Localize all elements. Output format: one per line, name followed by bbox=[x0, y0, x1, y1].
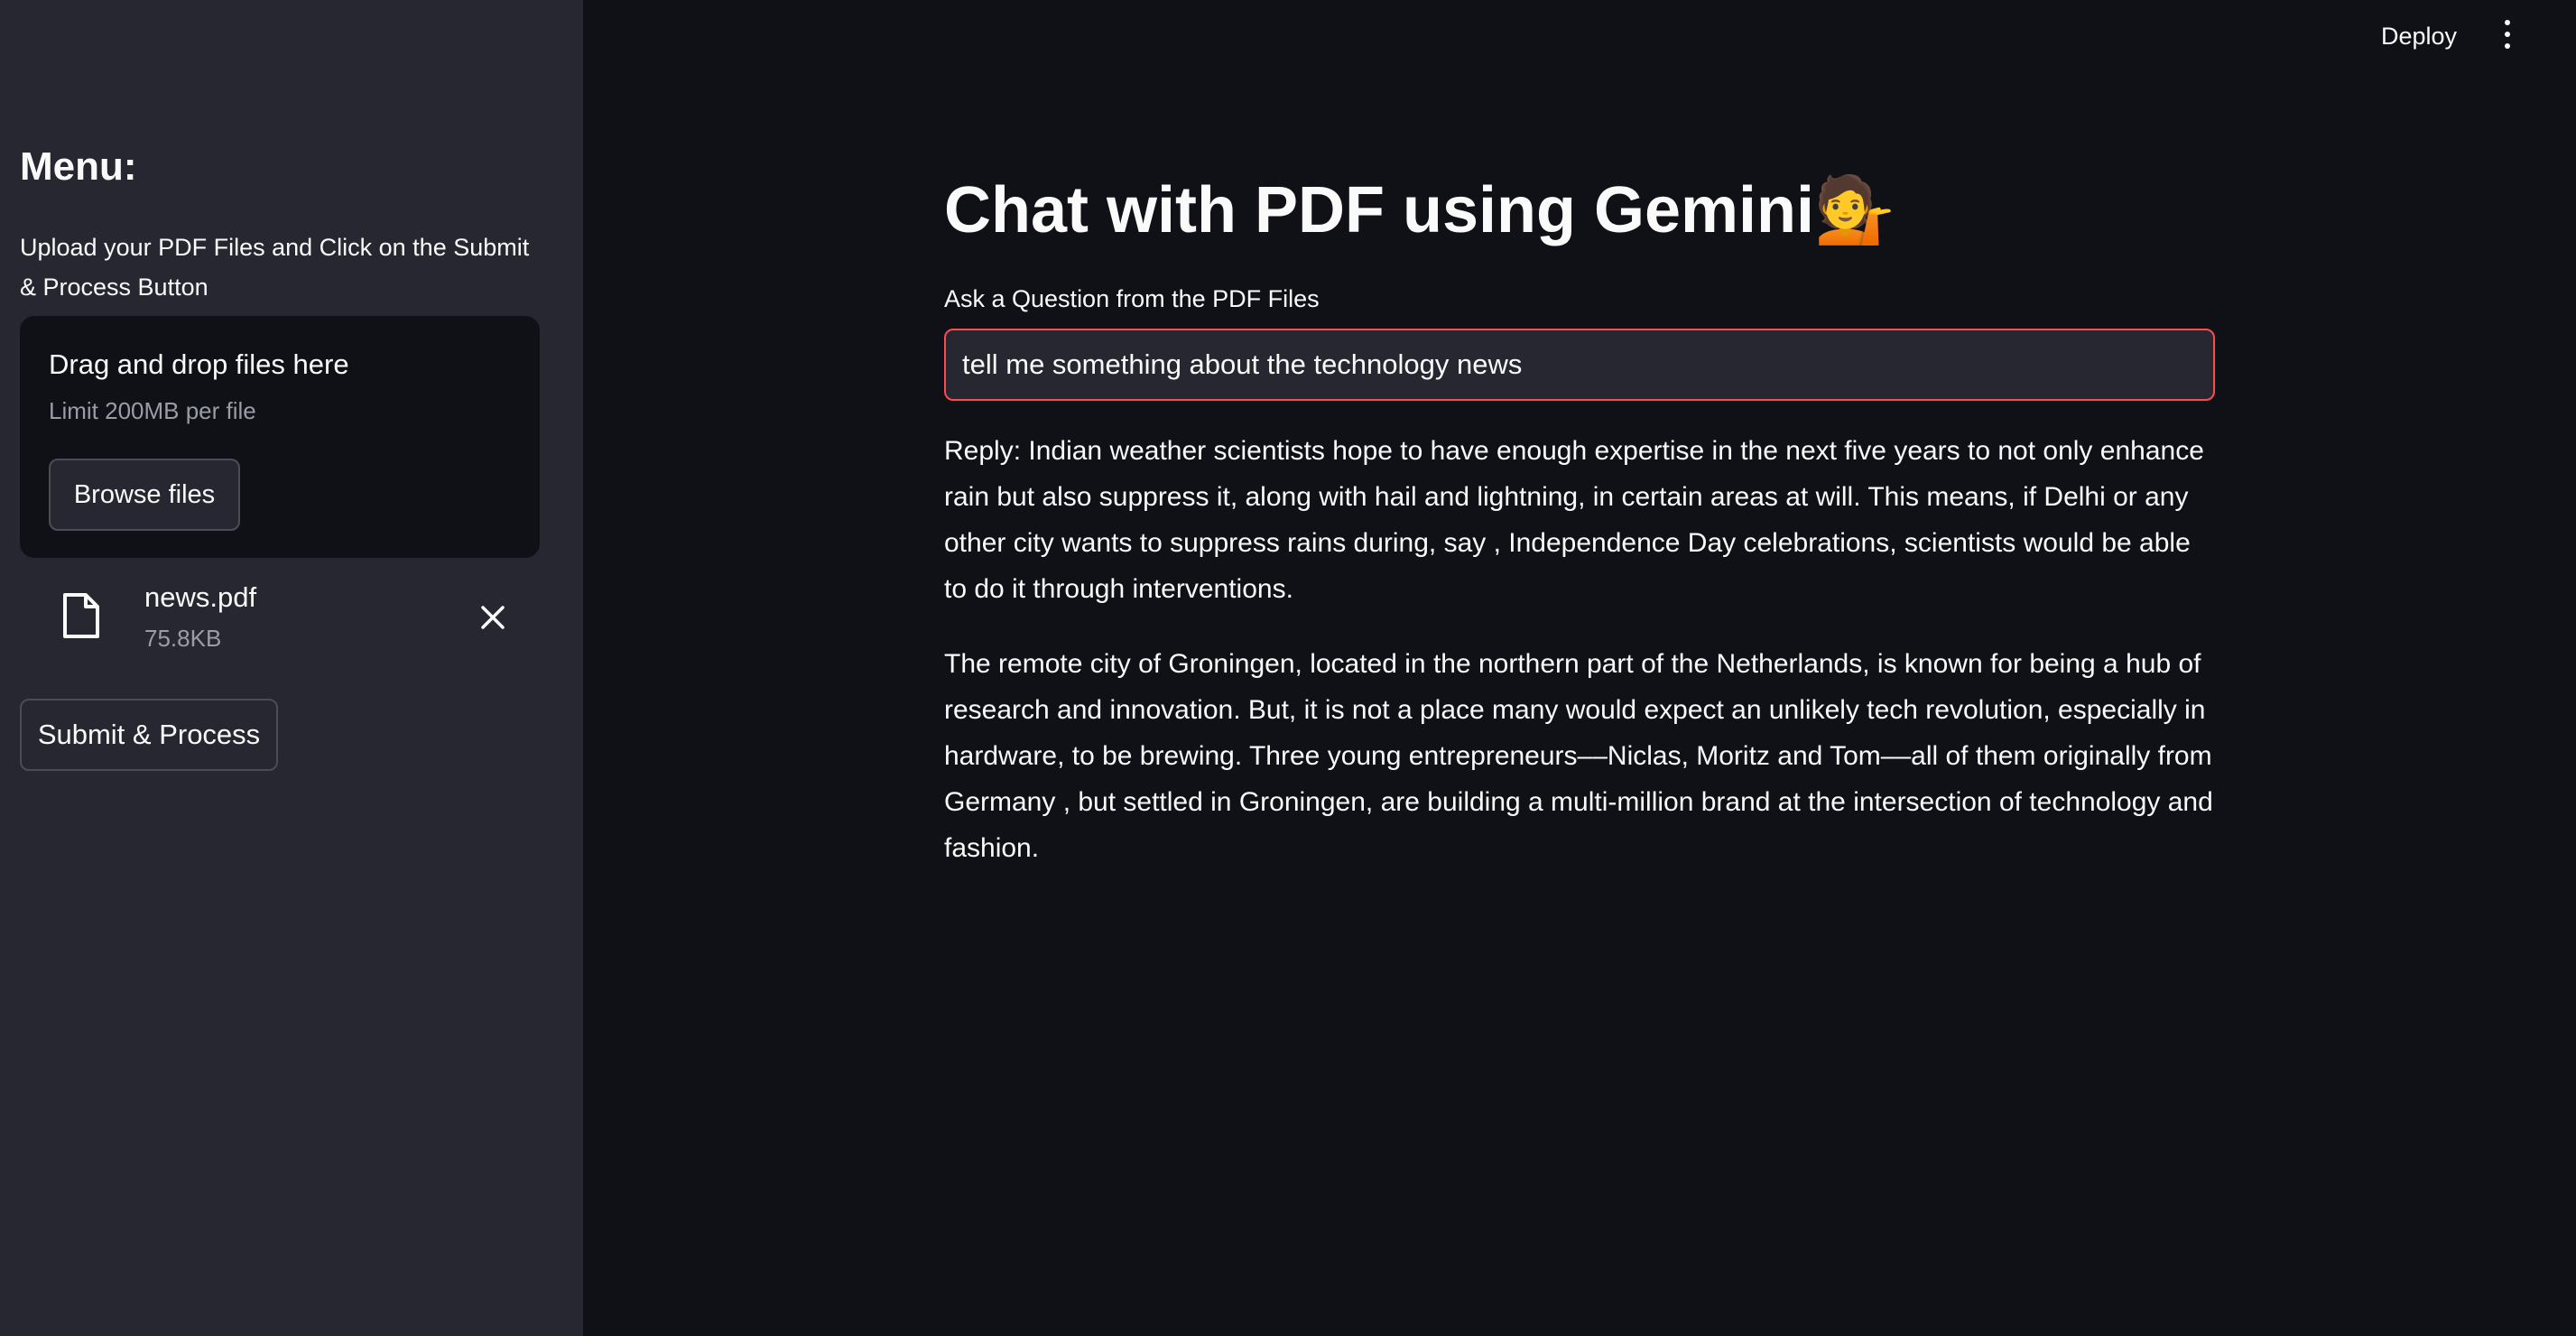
reply-paragraph: The remote city of Groningen, located in… bbox=[944, 649, 2213, 863]
uploaded-file-item: news.pdf 75.8KB bbox=[20, 574, 540, 661]
file-size: 75.8KB bbox=[144, 625, 222, 652]
upload-instructions: Upload your PDF Files and Click on the S… bbox=[20, 234, 530, 301]
file-dropzone[interactable]: Drag and drop files here Limit 200MB per… bbox=[20, 316, 540, 558]
app-root: Menu: Upload your PDF Files and Click on… bbox=[0, 0, 2576, 1336]
reply-paragraph: Reply: Indian weather scientists hope to… bbox=[944, 436, 2204, 604]
question-label: Ask a Question from the PDF Files bbox=[944, 285, 1320, 312]
reply-text: Reply: Indian weather scientists hope to… bbox=[944, 428, 2219, 900]
browse-files-button[interactable]: Browse files bbox=[49, 459, 240, 531]
page-title: Chat with PDF using Gemini💁 bbox=[944, 174, 1895, 246]
close-icon[interactable] bbox=[475, 599, 511, 636]
sidebar-title: Menu: bbox=[20, 144, 137, 189]
question-input[interactable] bbox=[944, 329, 2215, 401]
submit-process-button[interactable]: Submit & Process bbox=[20, 699, 278, 771]
deploy-button[interactable]: Deploy bbox=[2365, 16, 2473, 56]
sidebar: Menu: Upload your PDF Files and Click on… bbox=[0, 0, 583, 1336]
dropzone-title: Drag and drop files here bbox=[49, 348, 349, 380]
kebab-menu-icon[interactable] bbox=[2491, 14, 2524, 54]
file-icon bbox=[61, 592, 101, 639]
file-name: news.pdf bbox=[144, 581, 257, 613]
dropzone-limit: Limit 200MB per file bbox=[49, 397, 256, 424]
